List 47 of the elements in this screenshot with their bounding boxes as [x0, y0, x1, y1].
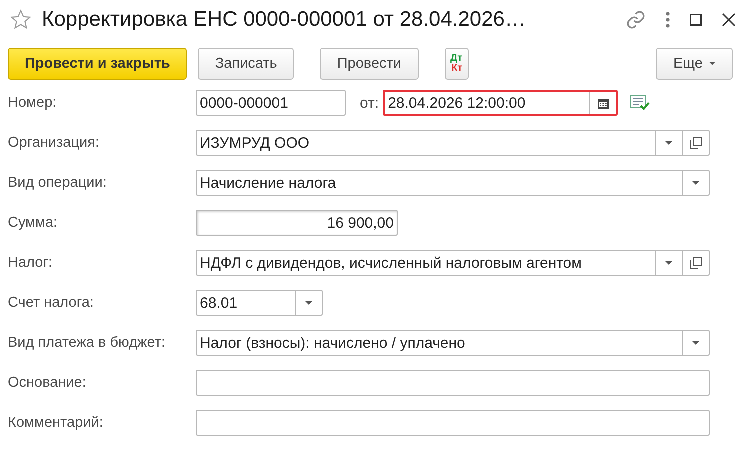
field-value: 68.01: [199, 294, 239, 314]
document-check-icon[interactable]: [630, 95, 650, 111]
field-label: Вид платежа в бюджет:: [8, 335, 166, 351]
select-field[interactable]: Начисление налога: [196, 170, 710, 196]
field-label: Организация:: [8, 135, 100, 151]
field-label: Счет налога:: [8, 295, 95, 311]
input-field[interactable]: [196, 370, 710, 396]
field-value: НДФЛ с дивидендов, исчисленный налоговым агентом: [199, 254, 583, 274]
select-field[interactable]: НДФЛ с дивидендов, исчисленный налоговым агентом: [196, 250, 710, 276]
number-field[interactable]: 0000-000001: [196, 90, 346, 116]
caret-icon: [709, 62, 716, 66]
field-label: Налог:: [8, 255, 54, 271]
open-icon[interactable]: [690, 257, 702, 269]
field-label: Сумма:: [8, 215, 59, 231]
more-icon[interactable]: [666, 12, 670, 28]
field-label: Вид операции:: [8, 175, 108, 191]
field-label: от:: [360, 94, 380, 112]
star-icon[interactable]: [10, 9, 32, 31]
link-icon[interactable]: [626, 10, 646, 30]
input-field[interactable]: [196, 410, 710, 436]
toolbar-button[interactable]: Записать: [198, 48, 294, 80]
select-field[interactable]: Налог (взносы): начислено / уплачено: [196, 330, 710, 356]
dropdown-icon[interactable]: [665, 140, 673, 146]
toolbar-button[interactable]: Провести и закрыть: [8, 48, 188, 80]
dropdown-icon[interactable]: [665, 260, 673, 266]
field-value: 28.04.2026 12:00:00: [387, 94, 527, 114]
postings-button[interactable]: Дт Кт: [444, 48, 469, 80]
more-button[interactable]: Еще: [656, 48, 733, 80]
close-icon[interactable]: [722, 13, 736, 27]
field-label: Комментарий:: [8, 415, 104, 431]
toolbar-button[interactable]: Провести: [320, 48, 419, 80]
dropdown-icon[interactable]: [692, 340, 700, 346]
select-field[interactable]: ИЗУМРУД ООО: [196, 130, 710, 156]
window-title: Корректировка ЕНС 0000-000001 от 28.04.2026…: [42, 8, 527, 32]
dropdown-icon[interactable]: [692, 180, 700, 186]
open-icon[interactable]: [690, 137, 702, 149]
field-value: Налог (взносы): начислено / уплачено: [199, 334, 466, 354]
date-field[interactable]: 28.04.2026 12:00:00: [383, 90, 618, 116]
dropdown-icon[interactable]: [305, 300, 313, 306]
field-label: Основание:: [8, 375, 88, 391]
field-value: Начисление налога: [199, 174, 338, 194]
maximize-icon[interactable]: [690, 14, 702, 26]
field-value: ИЗУМРУД ООО: [199, 134, 311, 154]
field-label: Номер:: [8, 95, 58, 111]
number-field[interactable]: 16 900,00: [196, 210, 398, 236]
select-field[interactable]: 68.01: [196, 290, 323, 316]
calendar-icon[interactable]: [598, 98, 609, 108]
